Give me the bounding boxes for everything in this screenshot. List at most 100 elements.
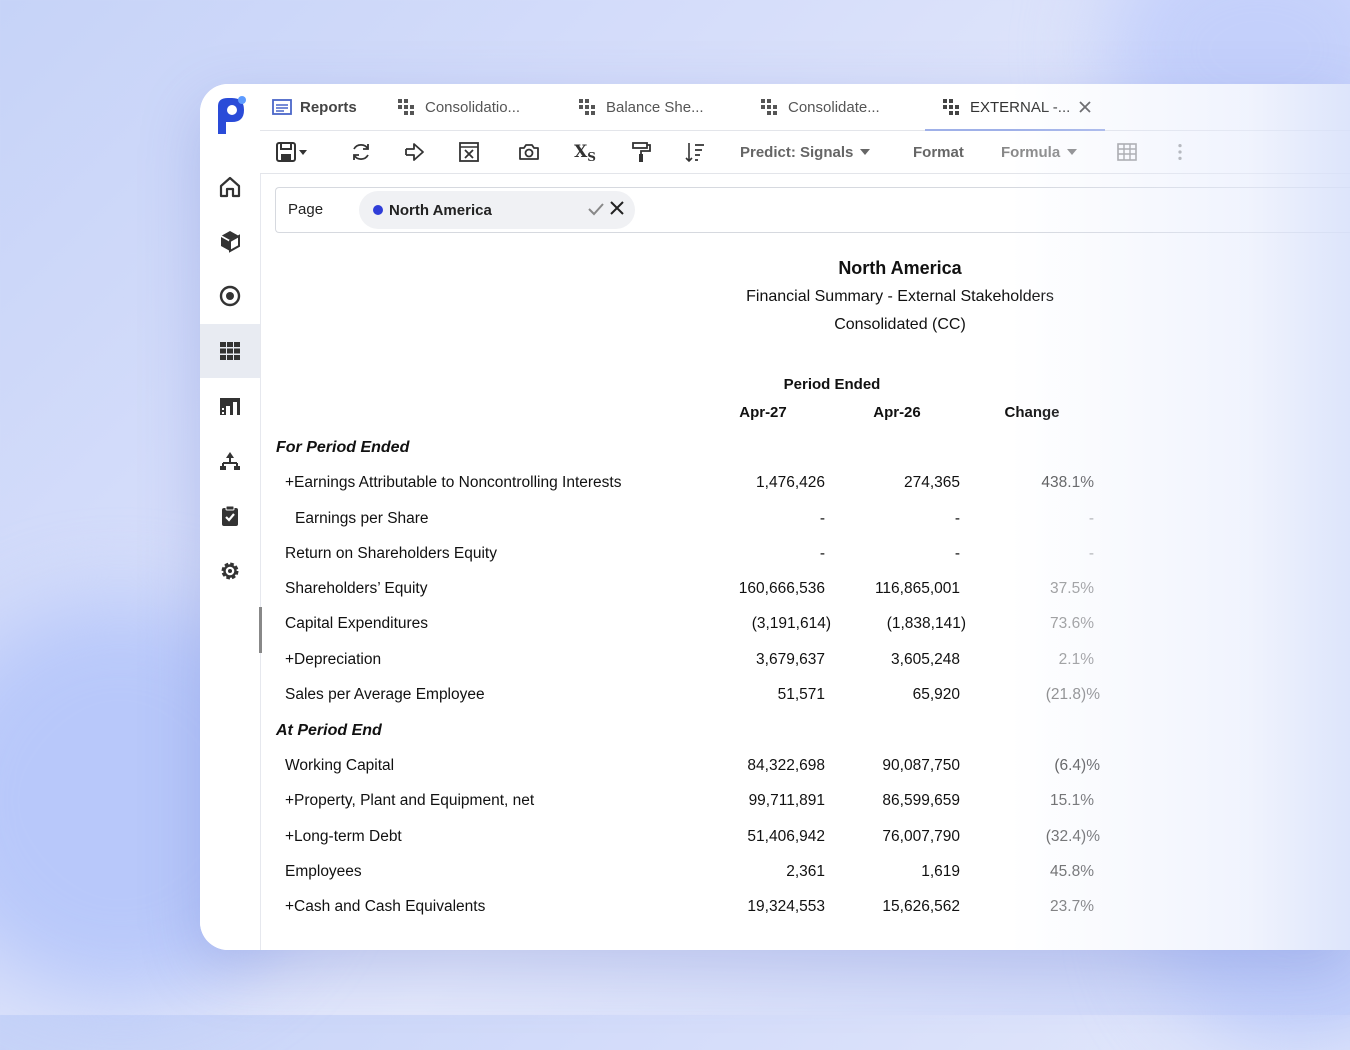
row-label: Capital Expenditures	[285, 615, 429, 632]
nav-settings[interactable]	[200, 544, 260, 598]
subscript-button[interactable]: XS	[572, 131, 598, 173]
excel-icon	[459, 142, 479, 162]
row-value-apr26: 76,007,790	[882, 828, 960, 845]
row-value-change: 73.6%	[1050, 615, 1094, 632]
nav-grid[interactable]	[200, 324, 260, 378]
row-value-apr26: 90,087,750	[882, 757, 960, 774]
row-value-change: 15.1%	[1050, 792, 1094, 809]
table-row[interactable]: Earnings per Share - - -	[260, 510, 1260, 530]
report-subtitle-2: Consolidated (CC)	[834, 316, 966, 333]
app-logo[interactable]	[214, 96, 246, 136]
row-value-change: -	[1088, 545, 1094, 562]
tab-balance-sheet[interactable]: Balance She...	[578, 84, 704, 130]
predict-signals-dropdown[interactable]: Predict: Signals	[740, 131, 871, 173]
row-value-apr27: 2,361	[786, 863, 825, 880]
tab-reports[interactable]: Reports	[272, 84, 357, 130]
excel-button[interactable]	[456, 131, 482, 173]
format-button[interactable]: Format	[913, 131, 964, 173]
tab-label: Balance She...	[606, 98, 704, 116]
cube-icon	[220, 231, 240, 253]
grid-view-button[interactable]	[1115, 131, 1139, 173]
nav-hierarchy[interactable]	[200, 434, 260, 488]
caret-down-icon	[299, 150, 307, 155]
tab-consolidation[interactable]: Consolidatio...	[397, 84, 520, 130]
formula-label: Formula	[1001, 143, 1061, 161]
formula-dropdown[interactable]: Formula	[1001, 131, 1078, 173]
table-row[interactable]: Capital Expenditures (3,191,614) (1,838,…	[260, 615, 1260, 635]
row-value-apr27: -	[819, 545, 825, 562]
sort-button[interactable]	[682, 131, 708, 173]
nav-building[interactable]	[200, 379, 260, 433]
row-label: Working Capital	[285, 757, 395, 774]
row-value-apr27: 84,322,698	[747, 757, 825, 774]
nav-target[interactable]	[200, 269, 260, 323]
table-row[interactable]: Employees 2,361 1,619 45.8%	[260, 863, 1260, 883]
snapshot-button[interactable]	[516, 131, 542, 173]
row-value-change: -	[1088, 510, 1094, 527]
tab-label: Consolidate...	[788, 98, 880, 116]
row-value-change: 23.7%	[1050, 898, 1094, 915]
report-icon	[272, 99, 292, 115]
paint-roller-icon	[632, 142, 651, 162]
subscript-sub: S	[587, 150, 596, 164]
page-selection-chip[interactable]: North America	[359, 191, 635, 229]
column-header-apr26: Apr-26	[873, 404, 921, 421]
caret-down-icon	[1067, 149, 1078, 155]
tab-label: Reports	[300, 98, 357, 116]
row-value-change: (6.4)%	[1054, 757, 1100, 774]
nav-home[interactable]	[200, 160, 260, 214]
report-subtitle: Financial Summary - External Stakeholder…	[746, 288, 1054, 305]
close-icon[interactable]	[609, 200, 625, 216]
close-icon[interactable]	[1078, 100, 1092, 114]
tab-external[interactable]: EXTERNAL -...	[942, 84, 1092, 130]
row-value-change: (32.4)%	[1045, 828, 1100, 845]
table-row[interactable]: +Cash and Cash Equivalents 19,324,553 15…	[260, 898, 1260, 918]
clipboard-check-icon	[222, 505, 238, 526]
row-label: +Depreciation	[285, 651, 382, 668]
row-value-apr26: (1,838,141)	[886, 615, 966, 632]
row-value-apr27: 19,324,553	[747, 898, 825, 915]
sort-icon	[685, 143, 704, 163]
table-row[interactable]: Working Capital 84,322,698 90,087,750 (6…	[260, 757, 1260, 777]
left-nav	[200, 84, 261, 950]
row-value-apr26: 116,865,001	[874, 580, 960, 597]
toolbar: XS Predict: Signals Format Formula	[260, 131, 1350, 174]
row-label: Employees	[285, 863, 362, 880]
column-header-apr27: Apr-27	[739, 404, 787, 421]
table-row[interactable]: Shareholders’ Equity 160,666,536 116,865…	[260, 580, 1260, 600]
kebab-menu-icon	[1178, 144, 1182, 160]
row-value-apr26: 86,599,659	[882, 792, 960, 809]
format-label: Format	[913, 143, 964, 161]
table-row[interactable]: +Earnings Attributable to Noncontrolling…	[260, 474, 1260, 494]
table-row[interactable]: Sales per Average Employee 51,571 65,920…	[260, 686, 1260, 706]
check-icon[interactable]	[587, 200, 605, 218]
nav-cube[interactable]	[200, 214, 260, 268]
save-menu-button[interactable]	[270, 131, 314, 173]
row-label: +Long-term Debt	[285, 828, 402, 845]
period-header: Period Ended	[783, 376, 881, 393]
grid-icon	[220, 342, 240, 360]
table-row[interactable]: +Property, Plant and Equipment, net 99,7…	[260, 792, 1260, 812]
row-value-change: 438.1%	[1041, 474, 1094, 491]
row-label: Sales per Average Employee	[285, 686, 485, 703]
forward-button[interactable]	[402, 131, 428, 173]
tab-consolidated[interactable]: Consolidate...	[760, 84, 880, 130]
row-label: Return on Shareholders Equity	[285, 545, 497, 562]
save-icon	[276, 142, 296, 162]
table-row[interactable]: +Depreciation 3,679,637 3,605,248 2.1%	[260, 651, 1260, 671]
more-options-button[interactable]	[1170, 131, 1190, 173]
row-label: Shareholders’ Equity	[285, 580, 428, 597]
format-painter-button[interactable]	[628, 131, 654, 173]
row-value-apr26: 65,920	[912, 686, 960, 703]
nav-clipboard[interactable]	[200, 489, 260, 543]
table-row[interactable]: +Long-term Debt 51,406,942 76,007,790 (3…	[260, 828, 1260, 848]
row-value-change: 45.8%	[1050, 863, 1094, 880]
row-value-apr27: 51,406,942	[747, 828, 825, 845]
row-value-apr27: 1,476,426	[756, 474, 825, 491]
report-body: North America Financial Summary - Extern…	[260, 234, 1350, 950]
cube-grid-icon	[398, 99, 414, 115]
refresh-button[interactable]	[348, 131, 374, 173]
section-heading: For Period Ended	[276, 439, 410, 456]
table-row[interactable]: Return on Shareholders Equity - - -	[260, 545, 1260, 565]
row-value-apr26: 1,619	[921, 863, 960, 880]
